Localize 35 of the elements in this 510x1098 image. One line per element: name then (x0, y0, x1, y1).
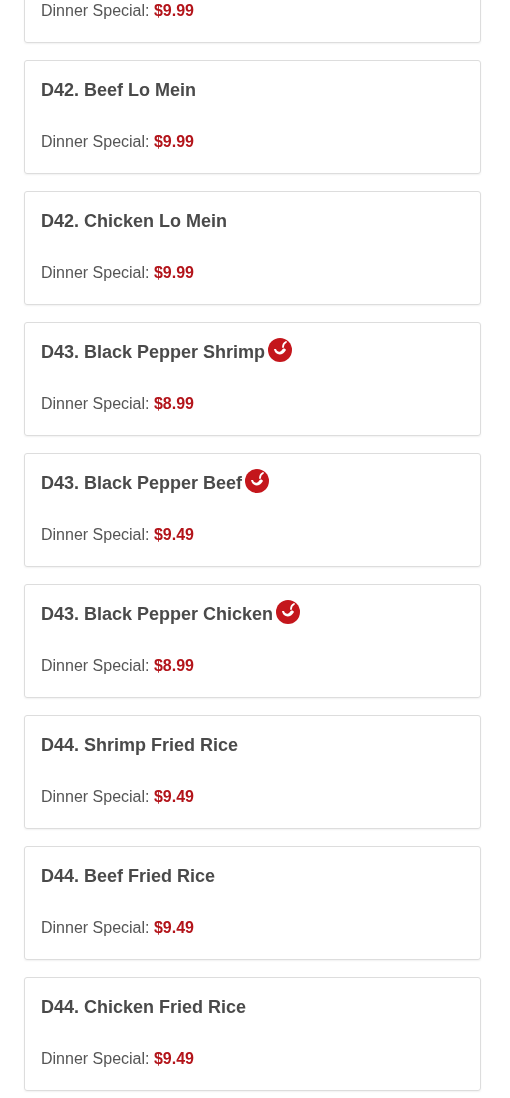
price-label: Dinner Special: (41, 2, 150, 19)
price: $9.49 (153, 1050, 194, 1067)
dish-name: D43. Black Pepper Chicken (41, 603, 274, 626)
menu-item-card[interactable]: D43. Black Pepper Shrimp Dinner Special: $8.99 (24, 322, 481, 436)
price-label: Dinner Special: (41, 395, 150, 412)
price: $9.99 (153, 2, 194, 19)
price-label: Dinner Special: (41, 1050, 150, 1067)
dish-name: D43. Black Pepper Beef (41, 472, 243, 495)
price: $9.49 (153, 788, 194, 805)
price-label: Dinner Special: (41, 526, 150, 543)
menu-item-card[interactable]: D44. Chicken Fried Rice Dinner Special: $9.49 (24, 977, 481, 1091)
dish-name: D44. Shrimp Fried Rice (41, 734, 239, 757)
price-label: Dinner Special: (41, 133, 150, 150)
price-label: Dinner Special: (41, 788, 150, 805)
menu-item-card[interactable]: D44. Beef Fried Rice Dinner Special: $9.49 (24, 846, 481, 960)
price-label: Dinner Special: (41, 919, 150, 936)
price: $9.49 (153, 526, 194, 543)
menu-item-card[interactable]: D44. Shrimp Fried Rice Dinner Special: $9.49 (24, 715, 481, 829)
menu-item-card[interactable]: D42. Beef Lo Mein Dinner Special: $9.99 (24, 60, 481, 174)
menu-item-card[interactable]: D43. Black Pepper Chicken Dinner Special: $8.99 (24, 584, 481, 698)
price: $9.99 (153, 133, 194, 150)
dish-name: D42. Beef Lo Mein (41, 79, 197, 102)
price: $8.99 (153, 395, 194, 412)
price-label: Dinner Special: (41, 264, 150, 281)
price: $9.99 (153, 264, 194, 281)
dish-name: D44. Beef Fried Rice (41, 865, 216, 888)
menu-item-card[interactable]: Dinner Special: $9.99 (24, 0, 481, 43)
dish-name: D44. Chicken Fried Rice (41, 996, 247, 1019)
dish-name: D43. Black Pepper Shrimp (41, 341, 266, 364)
menu-item-card[interactable]: D43. Black Pepper Beef Dinner Special: $9.49 (24, 453, 481, 567)
price-label: Dinner Special: (41, 657, 150, 674)
menu-item-card[interactable]: D42. Chicken Lo Mein Dinner Special: $9.99 (24, 191, 481, 305)
price: $9.49 (153, 919, 194, 936)
price: $8.99 (153, 657, 194, 674)
dish-name: D42. Chicken Lo Mein (41, 210, 228, 233)
